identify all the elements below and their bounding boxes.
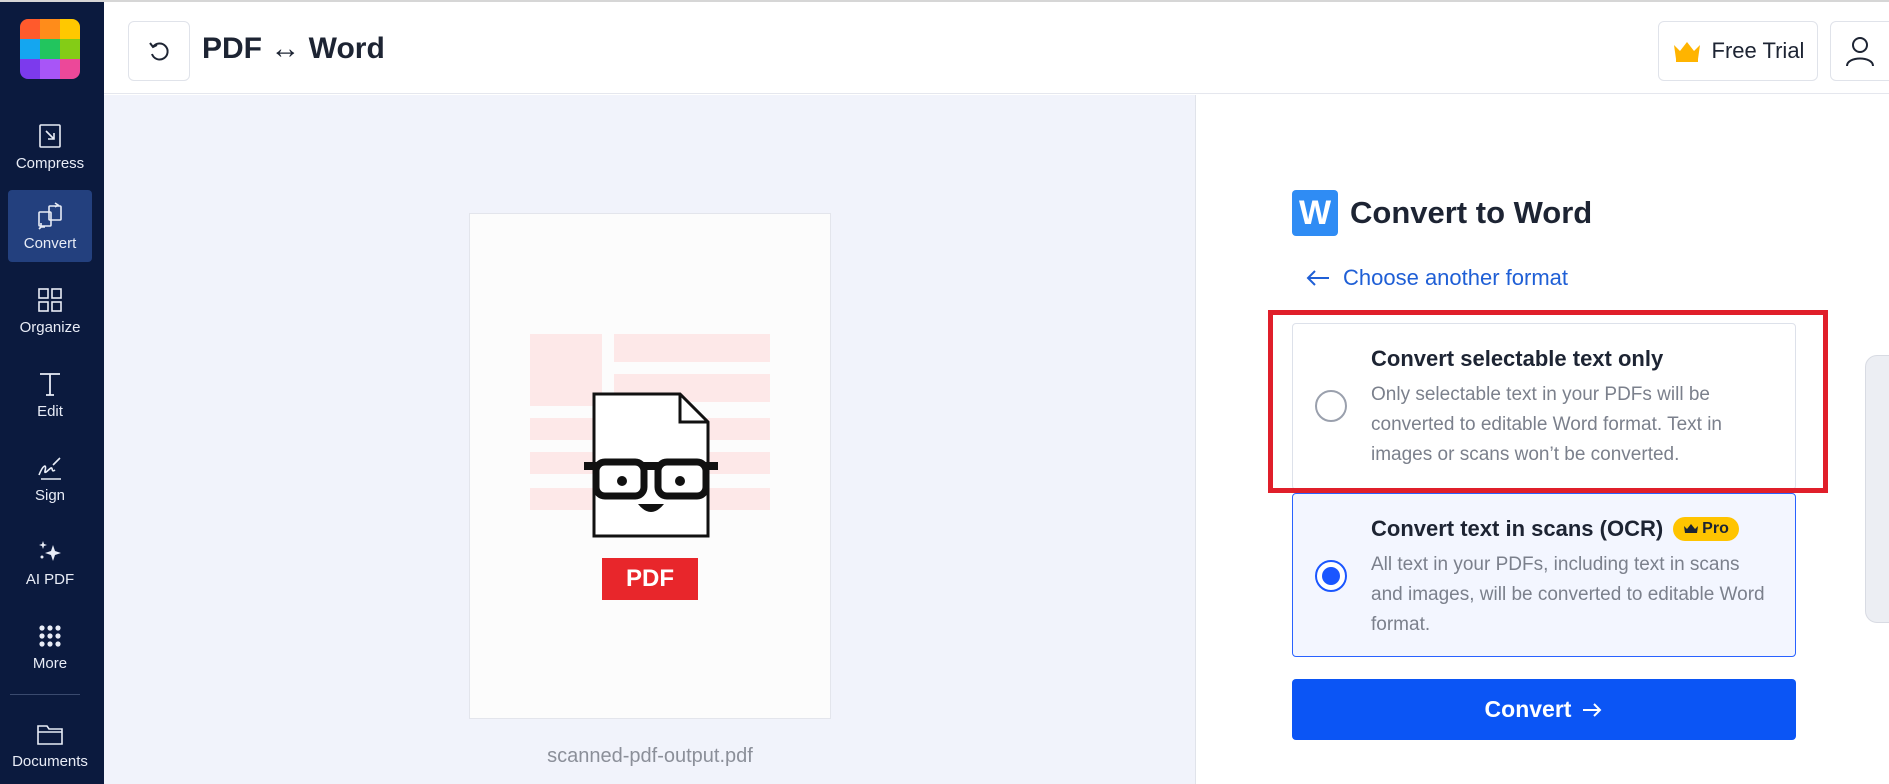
floating-side-widget[interactable] xyxy=(1865,355,1889,623)
text-edit-icon xyxy=(40,372,60,396)
arrow-right-icon xyxy=(1583,702,1602,717)
panel-title: Convert to Word xyxy=(1350,195,1593,230)
sidebar-item-label: Documents xyxy=(12,752,88,770)
arrow-left-icon xyxy=(1306,270,1329,286)
pdf-badge: PDF xyxy=(602,558,698,600)
conversion-panel: W Convert to Word Choose another format … xyxy=(1197,95,1889,784)
top-header: PDF ↔ Word Free Trial xyxy=(104,2,1889,94)
app-window: Compress Convert Organize Edit Sign AI P… xyxy=(0,0,1889,784)
sidebar-item-label: AI PDF xyxy=(25,570,75,588)
option-title: Convert text in scans (OCR) Pro xyxy=(1371,516,1739,542)
choose-another-format-link[interactable]: Choose another format xyxy=(1305,265,1568,291)
apps-grid-icon xyxy=(39,624,61,647)
page-title: PDF ↔ Word xyxy=(202,32,385,65)
sidebar-item-label: Convert xyxy=(23,234,77,252)
sidebar-item-edit[interactable]: Edit xyxy=(8,358,92,430)
pdf-mascot-illustration xyxy=(530,334,770,538)
highlight-box xyxy=(1268,310,1828,493)
undo-icon xyxy=(149,42,169,61)
sidebar-item-label: More xyxy=(32,654,68,672)
free-trial-button[interactable]: Free Trial xyxy=(1658,21,1818,81)
sidebar-item-sign[interactable]: Sign xyxy=(8,442,92,514)
back-link-label: Choose another format xyxy=(1343,265,1569,290)
convert-button-label: Convert xyxy=(1484,696,1572,722)
free-trial-label: Free Trial xyxy=(1711,38,1805,63)
sidebar-item-ai-pdf[interactable]: AI PDF xyxy=(8,526,92,598)
option-description: All text in your PDFs, including text in… xyxy=(1371,554,1765,635)
crown-icon xyxy=(1673,42,1700,62)
sidebar: Compress Convert Organize Edit Sign AI P… xyxy=(0,2,104,784)
sidebar-item-label: Compress xyxy=(15,154,85,172)
radio-button-selected[interactable] xyxy=(1315,560,1347,592)
app-logo[interactable] xyxy=(20,19,80,79)
sidebar-item-documents[interactable]: Documents xyxy=(8,708,92,780)
sidebar-item-more[interactable]: More xyxy=(8,610,92,682)
panel-header: W Convert to Word xyxy=(1292,190,1592,236)
sidebar-item-compress[interactable]: Compress xyxy=(8,110,92,182)
undo-button[interactable] xyxy=(128,21,190,81)
sidebar-item-label: Sign xyxy=(34,486,66,504)
option-ocr[interactable]: Convert text in scans (OCR) Pro All text… xyxy=(1292,493,1796,657)
word-icon: W xyxy=(1292,190,1338,236)
crown-icon xyxy=(1684,524,1699,533)
sidebar-item-convert[interactable]: Convert xyxy=(8,190,92,262)
pro-badge-label: Pro xyxy=(1702,520,1729,537)
option-title-text: Convert text in scans (OCR) xyxy=(1371,516,1664,541)
sidebar-item-label: Organize xyxy=(19,318,81,336)
user-account-button[interactable] xyxy=(1830,21,1889,81)
user-icon xyxy=(1846,37,1874,67)
pro-badge: Pro xyxy=(1673,517,1739,541)
sidebar-item-label: Edit xyxy=(37,402,63,420)
sparkle-icon xyxy=(39,540,61,561)
file-name: scanned-pdf-output.pdf xyxy=(547,745,753,767)
signature-icon xyxy=(38,456,61,480)
file-preview-area: PDF scanned-pdf-output.pdf xyxy=(104,95,1196,784)
organize-icon xyxy=(38,287,62,312)
sidebar-item-organize[interactable]: Organize xyxy=(8,274,92,346)
compress-icon xyxy=(39,123,61,148)
convert-button[interactable]: Convert xyxy=(1292,679,1796,740)
folder-icon xyxy=(37,724,63,745)
convert-icon xyxy=(38,201,62,230)
sidebar-divider xyxy=(10,694,80,695)
pdf-thumbnail[interactable]: PDF xyxy=(469,213,831,719)
